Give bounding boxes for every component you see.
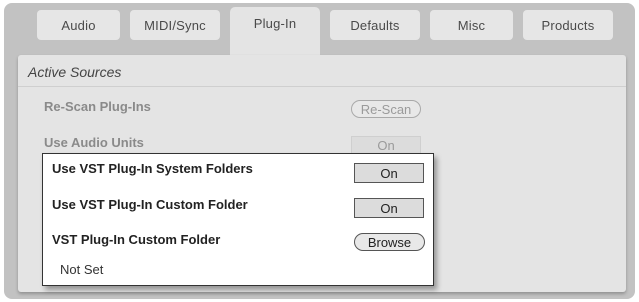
tab-bar: Audio MIDI/Sync Plug-In Defaults Misc Pr… — [4, 3, 635, 59]
vst-custom-folder-toggle[interactable]: On — [354, 198, 424, 218]
rescan-button[interactable]: Re-Scan — [351, 100, 421, 118]
tab-products[interactable]: Products — [523, 10, 613, 40]
custom-folder-path-value: Not Set — [60, 262, 104, 277]
tab-audio[interactable]: Audio — [37, 10, 120, 40]
vst-settings-callout: Use VST Plug-In System Folders On Use VS… — [42, 153, 434, 286]
vst-custom-folder-label: Use VST Plug-In Custom Folder — [52, 197, 248, 212]
audio-units-label: Use Audio Units — [44, 135, 144, 150]
audio-units-toggle[interactable]: On — [351, 136, 421, 154]
rescan-label: Re-Scan Plug-Ins — [44, 99, 151, 114]
vst-system-folders-label: Use VST Plug-In System Folders — [52, 161, 253, 176]
vst-custom-folder-path-label: VST Plug-In Custom Folder — [52, 232, 221, 247]
section-title: Active Sources — [28, 64, 122, 80]
vst-system-folders-toggle[interactable]: On — [354, 163, 424, 183]
tab-misc[interactable]: Misc — [430, 10, 513, 40]
tab-plug-in[interactable]: Plug-In — [230, 7, 320, 59]
tab-defaults[interactable]: Defaults — [330, 10, 420, 40]
tab-midi-sync[interactable]: MIDI/Sync — [130, 10, 220, 40]
section-header: Active Sources — [18, 61, 626, 87]
browse-button[interactable]: Browse — [354, 233, 425, 251]
